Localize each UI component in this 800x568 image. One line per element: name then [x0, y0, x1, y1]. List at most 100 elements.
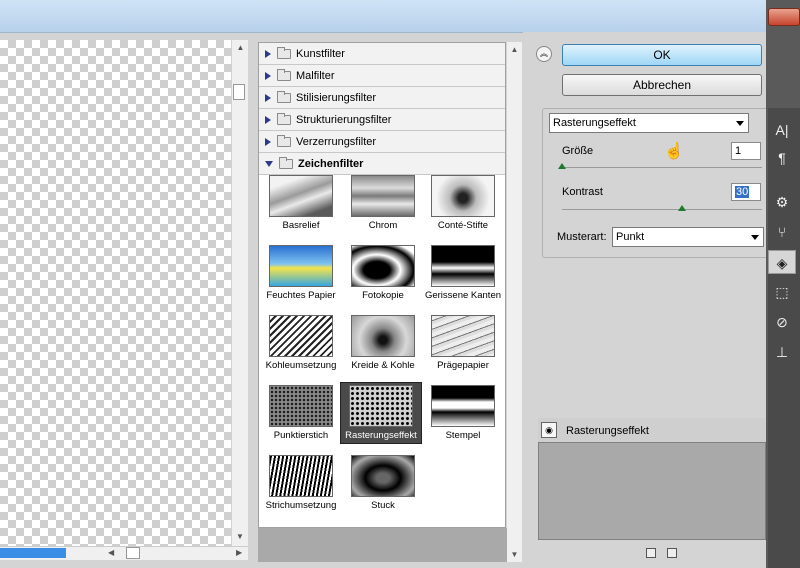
- folder-icon: [277, 112, 291, 125]
- filter-select[interactable]: Rasterungseffekt: [549, 113, 749, 133]
- expand-triangle-icon[interactable]: [265, 71, 271, 80]
- filter-thumb-basrelief[interactable]: Basrelief: [261, 175, 341, 231]
- filter-thumb-kreide-kohle[interactable]: Kreide & Kohle: [343, 315, 423, 371]
- open-folder-icon: [279, 156, 293, 169]
- trash-icon[interactable]: [667, 548, 677, 558]
- folder-icon: [277, 90, 291, 103]
- stamp-icon[interactable]: ⊥: [768, 340, 796, 364]
- collapse-triangle-icon[interactable]: [265, 160, 273, 167]
- thumbnail-image: [431, 175, 495, 217]
- expand-triangle-icon[interactable]: [265, 93, 271, 102]
- scroll-right-arrow-icon[interactable]: ▶: [236, 548, 242, 557]
- size-slider-knob[interactable]: [558, 163, 566, 169]
- folder-icon: [277, 46, 291, 59]
- thumbnail-label: Chrom: [368, 220, 398, 231]
- category-malfilter[interactable]: Malfilter: [259, 65, 505, 87]
- thumbnail-label: Punktierstich: [273, 430, 329, 441]
- layers-icon[interactable]: ◈: [768, 250, 796, 274]
- tree-scroll-down-icon[interactable]: ▼: [507, 547, 522, 562]
- category-label: Malfilter: [296, 69, 335, 82]
- thumbnail-label: Fotokopie: [362, 290, 404, 301]
- thumbnail-image: [349, 385, 413, 427]
- expand-triangle-icon[interactable]: [265, 137, 271, 146]
- paths-icon[interactable]: ⬚: [768, 280, 796, 304]
- thumbnail-image: [351, 455, 415, 497]
- character-tool-icon[interactable]: A|: [768, 118, 796, 142]
- chevron-up-double-icon: ︽: [540, 49, 548, 58]
- preview-vertical-scrollbar[interactable]: ▲: [231, 40, 248, 546]
- category-strukturierungsfilter[interactable]: Strukturierungsfilter: [259, 109, 505, 131]
- thumbnail-image: [351, 315, 415, 357]
- contrast-input[interactable]: 30: [731, 183, 761, 201]
- thumbnail-label: Basrelief: [282, 220, 320, 231]
- thumbnail-image: [269, 455, 333, 497]
- thumbnail-image: [269, 175, 333, 217]
- category-label: Strukturierungsfilter: [296, 113, 392, 126]
- thumbnail-image: [269, 245, 333, 287]
- contrast-label: Kontrast: [562, 186, 603, 198]
- category-verzerrungsfilter[interactable]: Verzerrungsfilter: [259, 131, 505, 153]
- thumbnail-label: Rasterungseffekt: [345, 430, 417, 441]
- folder-icon: [277, 134, 291, 147]
- hand-cursor-icon: ☝: [664, 143, 684, 160]
- preview-horizontal-scroll-thumb[interactable]: [126, 547, 140, 559]
- scroll-left-arrow-icon[interactable]: ◀: [108, 548, 114, 557]
- size-slider-track[interactable]: [562, 167, 762, 168]
- contrast-slider-knob[interactable]: [678, 205, 686, 211]
- thumbnail-label: Kreide & Kohle: [351, 360, 415, 371]
- category-kunstfilter[interactable]: Kunstfilter: [259, 43, 505, 65]
- mask-icon[interactable]: ⊘: [768, 310, 796, 334]
- pattern-select-value: Punkt: [616, 231, 645, 243]
- dropdown-arrow-icon: [751, 235, 759, 240]
- pattern-label: Musterart:: [557, 231, 607, 243]
- category-stilisierungsfilter[interactable]: Stilisierungsfilter: [259, 87, 505, 109]
- clone-icon[interactable]: ⑂: [768, 220, 796, 244]
- thumbnail-label: Strichumsetzung: [265, 500, 337, 511]
- filter-thumb-feuchtes-papier[interactable]: Feuchtes Papier: [261, 245, 341, 301]
- thumbnail-label: Prägepapier: [437, 360, 489, 371]
- eye-visibility-icon[interactable]: ◉: [541, 422, 557, 438]
- thumbnail-label: Gerissene Kanten: [424, 290, 502, 301]
- ok-button[interactable]: OK: [562, 44, 762, 66]
- thumbnail-label: Conté-Stifte: [437, 220, 489, 231]
- filter-thumb-stuck[interactable]: Stuck: [343, 455, 423, 511]
- expand-triangle-icon[interactable]: [265, 115, 271, 124]
- contrast-slider-track[interactable]: [562, 209, 762, 210]
- preview-progress-bar: [0, 548, 66, 558]
- thumbnail-image: [269, 385, 333, 427]
- paragraph-icon[interactable]: ¶: [768, 146, 796, 170]
- tree-scroll-up-icon[interactable]: ▲: [507, 42, 522, 57]
- filter-thumb-praegepapier[interactable]: Prägepapier: [423, 315, 503, 371]
- preview-vertical-scroll-thumb[interactable]: [233, 84, 245, 100]
- filter-thumb-strichumsetzung[interactable]: Strichumsetzung: [261, 455, 341, 511]
- filter-thumb-rasterungseffekt[interactable]: Rasterungseffekt: [340, 382, 422, 444]
- collapse-gallery-button[interactable]: ︽: [536, 46, 552, 62]
- cancel-button[interactable]: Abbrechen: [562, 74, 762, 96]
- thumbnail-image: [431, 245, 495, 287]
- new-effect-layer-icon[interactable]: [646, 548, 656, 558]
- filter-thumb-chrom[interactable]: Chrom: [343, 175, 423, 231]
- thumbnail-image: [431, 315, 495, 357]
- category-label: Stilisierungsfilter: [296, 91, 377, 104]
- thumbnail-label: Stempel: [445, 430, 481, 441]
- filter-thumb-punktierstich[interactable]: Punktierstich: [261, 385, 341, 441]
- scroll-up-arrow-icon[interactable]: ▲: [232, 40, 249, 55]
- filter-thumb-fotokopie[interactable]: Fotokopie: [343, 245, 423, 301]
- filter-thumb-conte-stifte[interactable]: Conté-Stifte: [423, 175, 503, 231]
- filter-select-value: Rasterungseffekt: [553, 117, 636, 129]
- filter-thumb-stempel[interactable]: Stempel: [423, 385, 503, 441]
- filter-thumb-kohleumsetzung[interactable]: Kohleumsetzung: [261, 315, 341, 371]
- filter-tree-scrollbar[interactable]: ▲ ▼: [507, 42, 522, 562]
- preview-canvas[interactable]: [0, 40, 231, 546]
- pattern-select[interactable]: Punkt: [612, 227, 764, 247]
- scroll-down-arrow-icon[interactable]: ▼: [236, 532, 244, 541]
- title-bar: [0, 0, 766, 33]
- adjustments-icon[interactable]: ⚙: [768, 190, 796, 214]
- expand-triangle-icon[interactable]: [265, 49, 271, 58]
- filter-thumb-gerissene-kanten[interactable]: Gerissene Kanten: [423, 245, 503, 301]
- close-window-button[interactable]: [768, 8, 800, 26]
- contrast-input-value: 30: [735, 186, 750, 198]
- thumbnail-image: [431, 385, 495, 427]
- size-input[interactable]: 1: [731, 142, 761, 160]
- category-zeichenfilter[interactable]: Zeichenfilter: [259, 153, 505, 175]
